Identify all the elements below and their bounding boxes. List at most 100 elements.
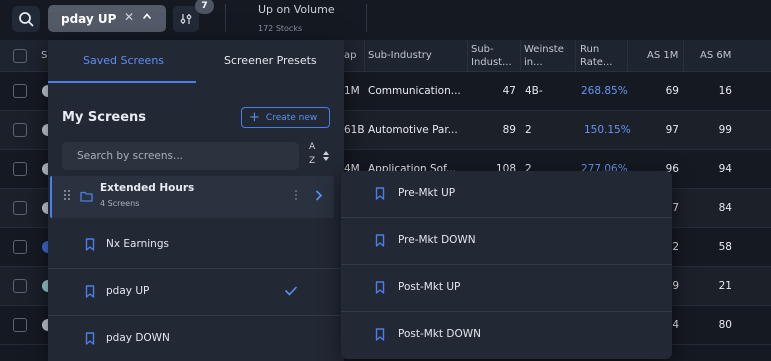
screen-item-label: pday DOWN	[106, 332, 170, 344]
rs-1m-cell: 97	[665, 124, 679, 136]
extended-hours-submenu: Pre-Mkt UP Pre-Mkt DOWN Post-Mkt UP Post…	[341, 171, 672, 359]
bookmark-icon	[375, 281, 385, 294]
row-checkbox[interactable]	[13, 279, 27, 293]
screen-item[interactable]: pday UP	[48, 269, 344, 316]
column-header-sub-industry[interactable]: Sub-Industry	[368, 49, 432, 62]
folder-count: 4 Screens	[100, 199, 140, 208]
bookmark-icon	[85, 332, 95, 345]
column-divider	[364, 40, 365, 72]
sub-industry-cell: Automotive Par...	[368, 124, 458, 136]
header-line: Indust...	[471, 57, 512, 68]
sub-rank-cell: 89	[502, 124, 516, 136]
plus-icon: +	[249, 110, 260, 125]
tab-saved-screens[interactable]: Saved Screens	[83, 54, 164, 67]
row-checkbox[interactable]	[13, 201, 27, 215]
active-screen-chip[interactable]: pday UP ✕	[48, 5, 166, 32]
tab-screener-presets[interactable]: Screener Presets	[224, 54, 317, 67]
screen-item-label: Nx Earnings	[106, 238, 169, 250]
divider	[225, 4, 226, 32]
screen-item[interactable]: Nx Earnings	[48, 222, 344, 269]
row-checkbox[interactable]	[13, 240, 27, 254]
bookmark-icon	[375, 234, 385, 247]
bookmark-icon	[375, 328, 385, 341]
chevron-right-icon[interactable]	[315, 190, 323, 201]
sub-rank-cell: 47	[502, 85, 516, 97]
checkmark-icon	[285, 286, 297, 296]
column-header-rs-1m[interactable]: AS 1M	[647, 49, 678, 62]
column-header-mcap[interactable]: ap	[344, 49, 356, 62]
divider	[366, 4, 367, 32]
run-rate-cell: 150.15%	[584, 124, 631, 136]
active-tab-indicator	[48, 81, 196, 83]
column-divider	[467, 40, 468, 72]
submenu-item[interactable]: Post-Mkt DOWN	[341, 312, 672, 359]
column-divider	[683, 40, 684, 72]
header-line: Sub-	[471, 44, 494, 55]
submenu-item-label: Pre-Mkt DOWN	[398, 234, 476, 246]
sort-arrows-icon	[323, 151, 329, 161]
saved-screens-panel: Saved Screens Screener Presets My Screen…	[48, 40, 344, 361]
close-icon[interactable]: ✕	[124, 10, 134, 24]
run-rate-cell: 268.85%	[581, 85, 628, 97]
header-line: in...	[524, 57, 543, 68]
column-header-symbol[interactable]: S	[41, 49, 47, 62]
column-header-rs-6m[interactable]: AS 6M	[700, 49, 731, 62]
select-all-checkbox[interactable]	[13, 49, 27, 63]
rs-6m-cell: 99	[718, 124, 732, 136]
rs-6m-cell: 21	[718, 280, 732, 292]
screen-search-input[interactable]	[77, 150, 287, 162]
sub-industry-cell: Communication...	[368, 85, 461, 97]
rs-1m-cell: 69	[665, 85, 679, 97]
row-checkbox[interactable]	[13, 123, 27, 137]
folder-icon	[80, 191, 93, 202]
active-screen-label: pday UP	[61, 11, 117, 26]
submenu-item[interactable]: Post-Mkt UP	[341, 265, 672, 312]
more-options-icon[interactable]	[294, 189, 298, 201]
sort-a-label: A	[309, 142, 316, 152]
column-header-sub-industry-rank[interactable]: Sub- Indust...	[471, 43, 512, 69]
my-screens-heading: My Screens	[62, 110, 147, 125]
rs-6m-cell: 80	[718, 319, 732, 331]
screen-info-title: Up on Volume	[258, 3, 335, 16]
mcap-cell: 61B	[344, 124, 365, 136]
screen-stock-count: 172 Stocks	[258, 24, 303, 33]
weinstein-cell: 4B-	[525, 85, 543, 97]
rs-6m-cell: 84	[718, 202, 732, 214]
header-line: Weinste	[524, 44, 564, 55]
screen-search[interactable]	[62, 142, 299, 170]
rs-6m-cell: 94	[718, 163, 732, 175]
create-new-label: Create new	[265, 112, 318, 123]
submenu-item-label: Post-Mkt UP	[398, 281, 461, 293]
folder-name: Extended Hours	[100, 182, 195, 194]
sliders-icon	[180, 14, 192, 24]
row-checkbox[interactable]	[13, 318, 27, 332]
rs-6m-cell: 58	[718, 241, 732, 253]
screen-item[interactable]: pday DOWN	[48, 316, 344, 361]
column-header-run-rate[interactable]: Run Rate...	[580, 43, 612, 69]
mcap-cell: 1M	[344, 85, 360, 97]
submenu-item[interactable]: Pre-Mkt DOWN	[341, 218, 672, 265]
column-divider	[520, 40, 521, 72]
rs-6m-cell: 16	[718, 85, 732, 97]
column-header-weinstein[interactable]: Weinste in...	[524, 43, 564, 69]
header-line: Run	[580, 44, 600, 55]
chevron-up-icon[interactable]	[142, 11, 152, 21]
create-new-button[interactable]: + Create new	[241, 107, 330, 128]
search-button[interactable]	[12, 6, 40, 32]
filter-count-badge: 7	[195, 0, 214, 14]
row-checkbox[interactable]	[13, 162, 27, 176]
panel-tabs: Saved Screens Screener Presets	[48, 40, 344, 83]
row-checkbox[interactable]	[13, 84, 27, 98]
screen-item-label: pday UP	[106, 285, 150, 297]
weinstein-cell: 2	[525, 124, 532, 136]
submenu-item-label: Post-Mkt DOWN	[398, 328, 481, 340]
column-divider	[627, 40, 628, 72]
folder-extended-hours[interactable]: Extended Hours 4 Screens	[50, 176, 334, 218]
sort-az-button[interactable]: A Z	[306, 142, 334, 172]
submenu-item-label: Pre-Mkt UP	[398, 187, 456, 199]
drag-handle-icon[interactable]	[63, 189, 71, 201]
submenu-item[interactable]: Pre-Mkt UP	[341, 171, 672, 218]
search-icon	[19, 12, 34, 27]
top-toolbar: pday UP ✕ 7 Up on Volume 172 Stocks	[0, 0, 771, 40]
header-line: Rate...	[580, 57, 613, 68]
